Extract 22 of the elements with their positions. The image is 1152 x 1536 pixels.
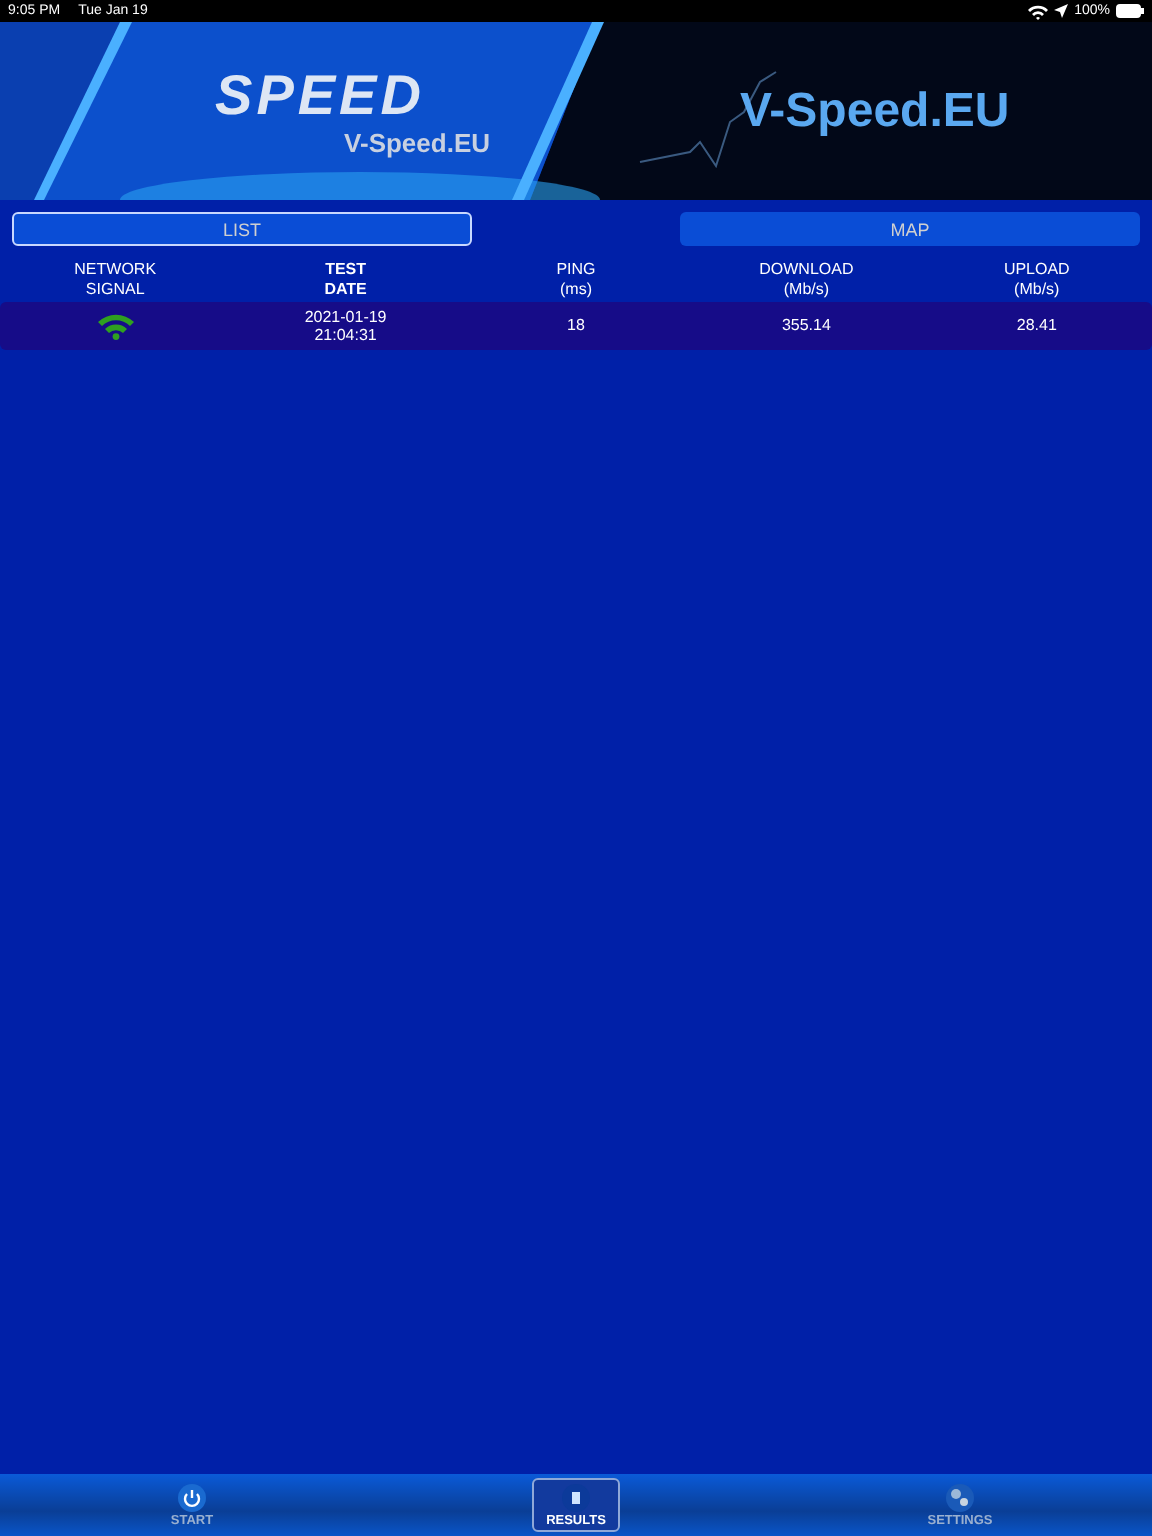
logo-caption: V-Speed.EU xyxy=(344,128,490,158)
wifi-signal-icon xyxy=(97,312,134,340)
table-cell-text: 2021-01-19 21:04:31 xyxy=(302,307,389,345)
segment-tab[interactable]: MAP xyxy=(680,212,1140,246)
location-icon xyxy=(1054,4,1069,18)
settings-icon xyxy=(946,1483,974,1511)
column-header[interactable]: TEST DATE xyxy=(230,260,461,298)
table-cell-text: 18 xyxy=(565,316,587,336)
results-icon xyxy=(562,1483,590,1511)
result-row[interactable]: 2021-01-19 21:04:31 18 355.14 28.41 xyxy=(0,302,1152,350)
logo-text: SPEED xyxy=(215,64,425,128)
segment-tab[interactable]: LIST xyxy=(12,212,472,246)
column-header[interactable]: DOWNLOAD (Mb/s) xyxy=(691,260,922,298)
column-header[interactable]: PING (ms) xyxy=(460,260,692,298)
wifi-icon xyxy=(1028,3,1049,19)
column-header[interactable]: UPLOAD (Mb/s) xyxy=(921,260,1152,298)
table-cell-text: 355.14 xyxy=(779,316,833,336)
banner-title: V-Speed.EU xyxy=(740,83,1010,139)
column-header[interactable]: NETWORK SIGNAL xyxy=(0,260,231,298)
power-icon xyxy=(178,1483,206,1511)
table-cell-text: 28.41 xyxy=(1014,316,1059,336)
battery-icon xyxy=(1116,4,1144,18)
